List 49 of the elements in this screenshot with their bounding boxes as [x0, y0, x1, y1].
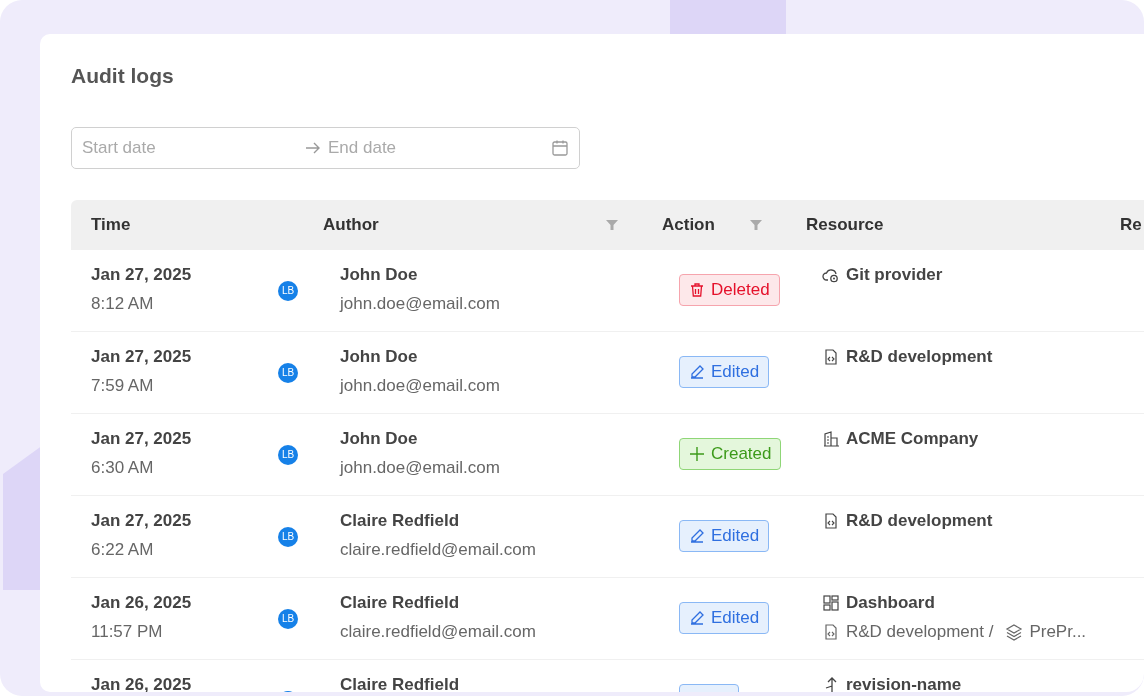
resource-name: R&D development [846, 347, 993, 367]
author-name: Claire Redfield [340, 511, 461, 531]
date-range-field[interactable]: Start date End date [71, 127, 580, 169]
avatar: LB [278, 362, 298, 383]
column-header: Re [1120, 215, 1142, 235]
column-header: Time [91, 215, 131, 235]
date-text: Jan 27, 2025 [91, 347, 193, 367]
action-tag: Edited [679, 520, 770, 552]
author-email: john.doe@email.com [340, 376, 501, 396]
author-email: claire.redfield@email.com [340, 540, 537, 560]
resource-name: Git provider [846, 265, 943, 285]
date-text: Jan 27, 2025 [91, 511, 193, 531]
column-header: Action [662, 215, 715, 235]
avatar: LB [278, 444, 298, 465]
date-text: Jan 26, 2025 [91, 593, 193, 613]
resource-name: ACME Company [846, 429, 979, 449]
author-email: claire.redfield@email.com [340, 622, 537, 642]
page-title: Audit logs [70, 63, 175, 89]
action-tag: Deleted [679, 274, 780, 306]
author-name: John Doe [340, 429, 419, 449]
author-email: john.doe@email.com [340, 458, 501, 478]
resource-name: revision-name [846, 675, 962, 692]
author-email: john.doe@email.com [340, 294, 501, 314]
action-tag: Edited [679, 602, 770, 634]
column-header: Author [323, 215, 379, 235]
resource-name: R&D development [846, 511, 993, 531]
date-text: Jan 27, 2025 [91, 265, 193, 285]
action-tag: Created [679, 438, 782, 470]
date-text: Jan 27, 2025 [91, 429, 193, 449]
resource-name: Dashboard [846, 593, 935, 613]
avatar: LB [278, 280, 298, 301]
avatar: LB [278, 526, 298, 547]
avatar: LB [278, 608, 298, 629]
time-text: 6:30 AM [91, 458, 155, 478]
author-name: John Doe [340, 265, 419, 285]
resource-path: PrePr... [1029, 622, 1087, 642]
author-name: Claire Redfield [340, 675, 461, 692]
author-name: Claire Redfield [340, 593, 461, 613]
start-date-placeholder: Start date [82, 138, 157, 158]
resource-path: R&D development / [846, 622, 994, 642]
date-text: Jan 26, 2025 [91, 675, 193, 692]
column-header: Resource [806, 215, 884, 235]
time-text: 11:57 PM [91, 622, 164, 642]
author-name: John Doe [340, 347, 419, 367]
time-text: 6:22 AM [91, 540, 155, 560]
time-text: 7:59 AM [91, 376, 155, 396]
action-tag: Edited [679, 356, 770, 388]
time-text: 8:12 AM [91, 294, 155, 314]
end-date-placeholder: End date [328, 138, 398, 158]
